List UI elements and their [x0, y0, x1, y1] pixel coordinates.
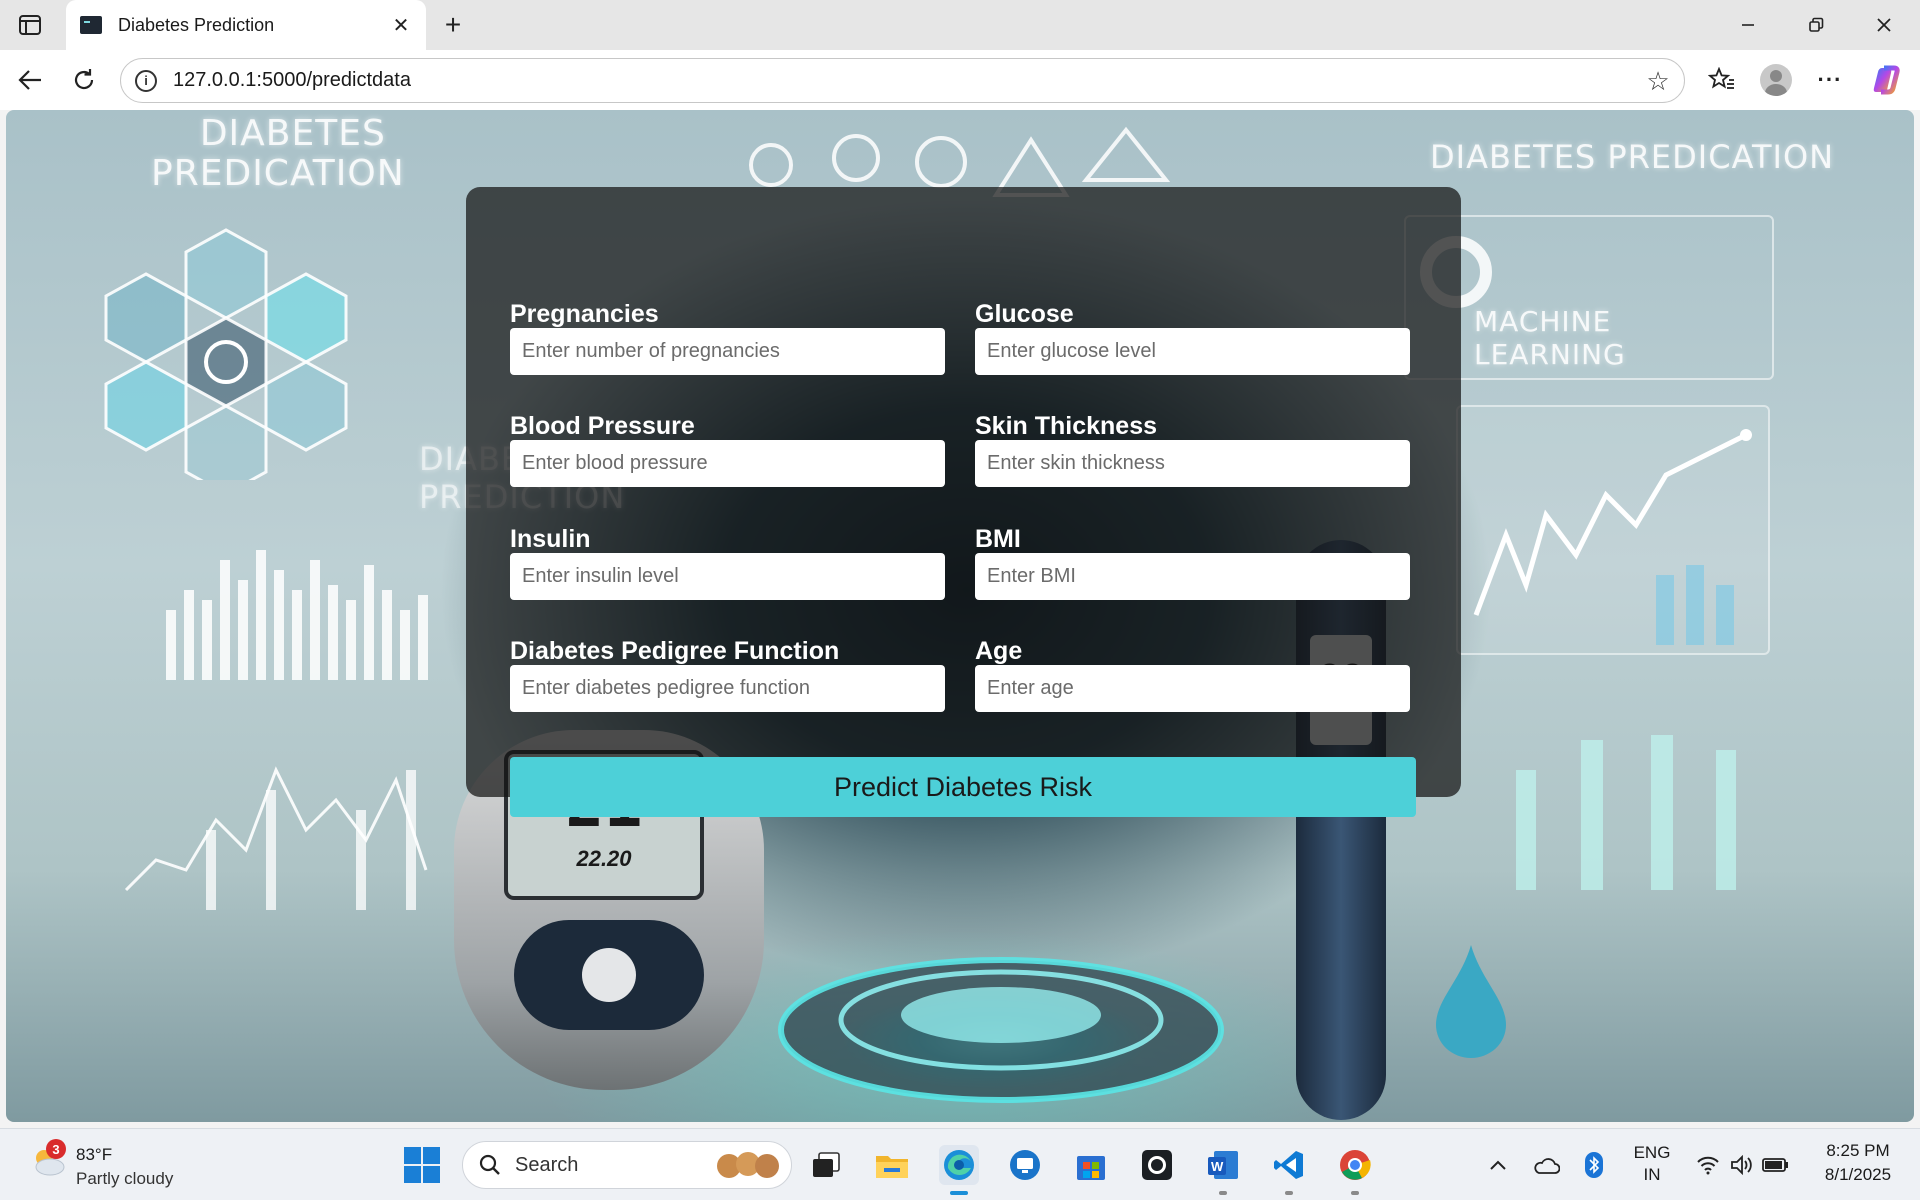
- terminal-favicon-icon: [80, 16, 102, 34]
- pregnancies-input[interactable]: [510, 328, 945, 375]
- battery-icon[interactable]: [1762, 1151, 1790, 1179]
- insulin-label: Insulin: [510, 525, 591, 553]
- bg-trend-line-right: [1473, 429, 1752, 645]
- ml-label: MACHINE LEARNING: [1474, 305, 1626, 371]
- pregnancies-label: Pregnancies: [510, 300, 659, 328]
- weather-widget[interactable]: 3 83°F Partly cloudy: [26, 1139, 226, 1191]
- pedigree-function-input[interactable]: [510, 665, 945, 712]
- search-icon: [479, 1154, 500, 1175]
- insulin-input[interactable]: [510, 553, 945, 600]
- taskbar-search-box[interactable]: Search: [462, 1141, 792, 1189]
- water-drop-graphic: [1436, 945, 1506, 1058]
- vscode-icon[interactable]: [1269, 1145, 1309, 1195]
- bg-title-left-line2: PREDICATION: [151, 153, 405, 194]
- weather-description: Partly cloudy: [76, 1169, 174, 1188]
- windows-taskbar: 3 83°F Partly cloudy Search W ENG IN 8:2…: [0, 1128, 1920, 1200]
- clock[interactable]: 8:25 PM 8/1/2025: [1812, 1141, 1904, 1185]
- glowing-platform-graphic: [778, 957, 1224, 1103]
- language-line1: ENG: [1633, 1143, 1671, 1162]
- clock-time: 8:25 PM: [1826, 1141, 1890, 1160]
- show-hidden-icons-chevron-icon[interactable]: [1484, 1151, 1512, 1179]
- prediction-form: Pregnancies Glucose Blood Pressure Skin …: [466, 187, 1461, 817]
- volume-icon[interactable]: [1728, 1151, 1756, 1179]
- blood-pressure-label: Blood Pressure: [510, 412, 695, 440]
- page-viewport: DIABETES PREDICATION DIABETES PREDICATIO…: [6, 110, 1914, 1122]
- browser-toolbar: i 127.0.0.1:5000/predictdata ☆ ···: [0, 50, 1920, 110]
- avatar: [1760, 64, 1792, 96]
- meter-subreading: 22.20: [576, 846, 632, 871]
- copilot-icon[interactable]: [1868, 62, 1904, 98]
- predict-button[interactable]: Predict Diabetes Risk: [510, 757, 1416, 817]
- age-label: Age: [975, 637, 1023, 665]
- onedrive-cloud-icon[interactable]: [1532, 1151, 1560, 1179]
- address-url: 127.0.0.1:5000/predictdata: [173, 69, 411, 91]
- bmi-input[interactable]: [975, 553, 1410, 600]
- chrome-icon[interactable]: [1335, 1145, 1375, 1195]
- edge-browser-icon[interactable]: [939, 1145, 979, 1195]
- word-icon[interactable]: W: [1203, 1145, 1243, 1195]
- refresh-icon[interactable]: [66, 62, 102, 98]
- search-label: Search: [515, 1153, 579, 1176]
- tab-title: Diabetes Prediction: [118, 14, 275, 35]
- site-info-icon[interactable]: i: [135, 69, 157, 92]
- glucose-input[interactable]: [975, 328, 1410, 375]
- glucose-label: Glucose: [975, 300, 1074, 328]
- clock-date: 8/1/2025: [1824, 1165, 1892, 1184]
- bmi-label: BMI: [975, 525, 1021, 553]
- github-icon[interactable]: [1137, 1145, 1177, 1185]
- weather-temperature: 83°F: [76, 1145, 113, 1164]
- windows-start-icon[interactable]: [404, 1147, 440, 1183]
- microsoft-store-icon[interactable]: [1071, 1145, 1111, 1185]
- bg-bar-chart-right: [1516, 735, 1736, 890]
- search-highlight-icon: [717, 1152, 779, 1178]
- favorites-icon[interactable]: [1704, 62, 1740, 98]
- svg-text:W: W: [1211, 1159, 1224, 1174]
- language-indicator[interactable]: ENG IN: [1628, 1143, 1676, 1185]
- task-view-icon[interactable]: [806, 1145, 846, 1185]
- skin-thickness-label: Skin Thickness: [975, 412, 1158, 440]
- age-input[interactable]: [975, 665, 1410, 712]
- favorite-star-icon[interactable]: ☆: [1644, 66, 1672, 96]
- browser-tab-bar: Diabetes Prediction ✕ +: [0, 0, 1920, 50]
- blood-pressure-input[interactable]: [510, 440, 945, 487]
- address-bar[interactable]: i 127.0.0.1:5000/predictdata ☆: [120, 58, 1685, 103]
- back-arrow-icon[interactable]: [12, 62, 48, 98]
- hexagon-cluster-graphic: [104, 228, 348, 480]
- bg-bar-chart-left: [166, 550, 428, 680]
- close-tab-icon[interactable]: ✕: [388, 12, 414, 38]
- bg-title-left: DIABETES PREDICATION: [151, 113, 405, 194]
- profile-avatar[interactable]: [1758, 62, 1794, 98]
- bluetooth-icon[interactable]: [1580, 1151, 1608, 1179]
- remote-desktop-icon[interactable]: [1005, 1145, 1045, 1185]
- wifi-icon[interactable]: [1694, 1151, 1722, 1179]
- file-explorer-icon[interactable]: [872, 1145, 912, 1185]
- minimize-button[interactable]: [1728, 8, 1768, 42]
- bg-title-right: DIABETES PREDICATION: [1430, 138, 1835, 176]
- more-options-icon[interactable]: ···: [1812, 62, 1848, 98]
- meter-buttons: [514, 920, 704, 1030]
- tab-actions-icon[interactable]: [14, 11, 46, 39]
- weather-alert-badge: 3: [46, 1139, 66, 1159]
- language-line2: IN: [1643, 1165, 1661, 1184]
- skin-thickness-input[interactable]: [975, 440, 1410, 487]
- browser-tab-active[interactable]: Diabetes Prediction ✕: [66, 0, 426, 50]
- bg-title-left-line1: DIABETES: [199, 113, 386, 154]
- new-tab-button[interactable]: +: [438, 9, 468, 40]
- restore-button[interactable]: [1796, 8, 1836, 42]
- bg-line-chart-left: [124, 766, 428, 910]
- close-window-button[interactable]: [1864, 8, 1904, 42]
- pedigree-function-label: Diabetes Pedigree Function: [510, 637, 840, 665]
